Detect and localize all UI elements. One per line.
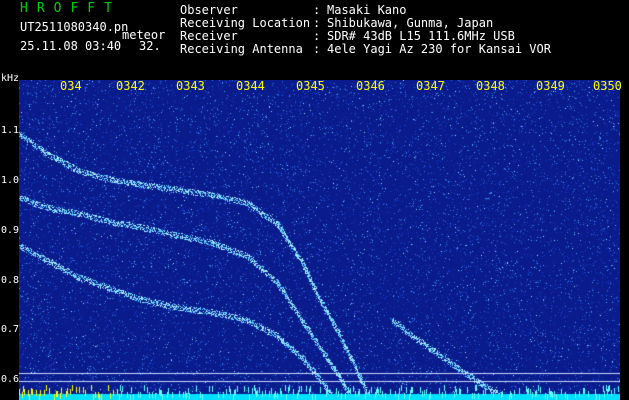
y-tick-label: 0.7	[1, 324, 20, 335]
x-tick-label: 0343	[176, 79, 205, 93]
x-tick-label: 0345	[296, 79, 325, 93]
x-tick-label: 034	[60, 79, 82, 93]
axis-unit: kHz	[1, 73, 20, 84]
y-tick-label: 1.1	[1, 125, 20, 136]
x-tick-label: 0349	[536, 79, 565, 93]
info-separator: :	[313, 42, 321, 56]
logo: HROFFT	[20, 1, 121, 16]
station-info: Observer : Masaki Kano Receiving Locatio…	[180, 4, 551, 56]
x-tick-label: 0342	[116, 79, 145, 93]
waterfall-spectrogram	[19, 80, 620, 400]
file-name: UT2511080340.pn	[20, 20, 129, 34]
x-tick-label: 0346	[356, 79, 385, 93]
info-value: 4ele Yagi Az 230 for Kansai VOR	[327, 42, 551, 56]
x-tick-label: 0347	[416, 79, 445, 93]
x-tick-label: 0350	[593, 79, 622, 93]
y-tick-label: 0.6	[1, 374, 20, 385]
x-tick-label: 0348	[476, 79, 505, 93]
count-value: 32.	[139, 39, 161, 53]
y-tick-label: 0.9	[1, 225, 20, 236]
info-key: Receiving Antenna	[180, 42, 303, 56]
right-edge-bar	[620, 80, 629, 400]
y-tick-label: 1.0	[1, 175, 20, 186]
header-panel: HROFFT UT2511080340.pn meteor 25.11.08 0…	[0, 0, 629, 80]
x-tick-label: 0344	[236, 79, 265, 93]
y-tick-label: 0.8	[1, 275, 20, 286]
info-row-antenna: Receiving Antenna : 4ele Yagi Az 230 for…	[180, 43, 551, 56]
datetime: 25.11.08 03:40	[20, 39, 122, 53]
